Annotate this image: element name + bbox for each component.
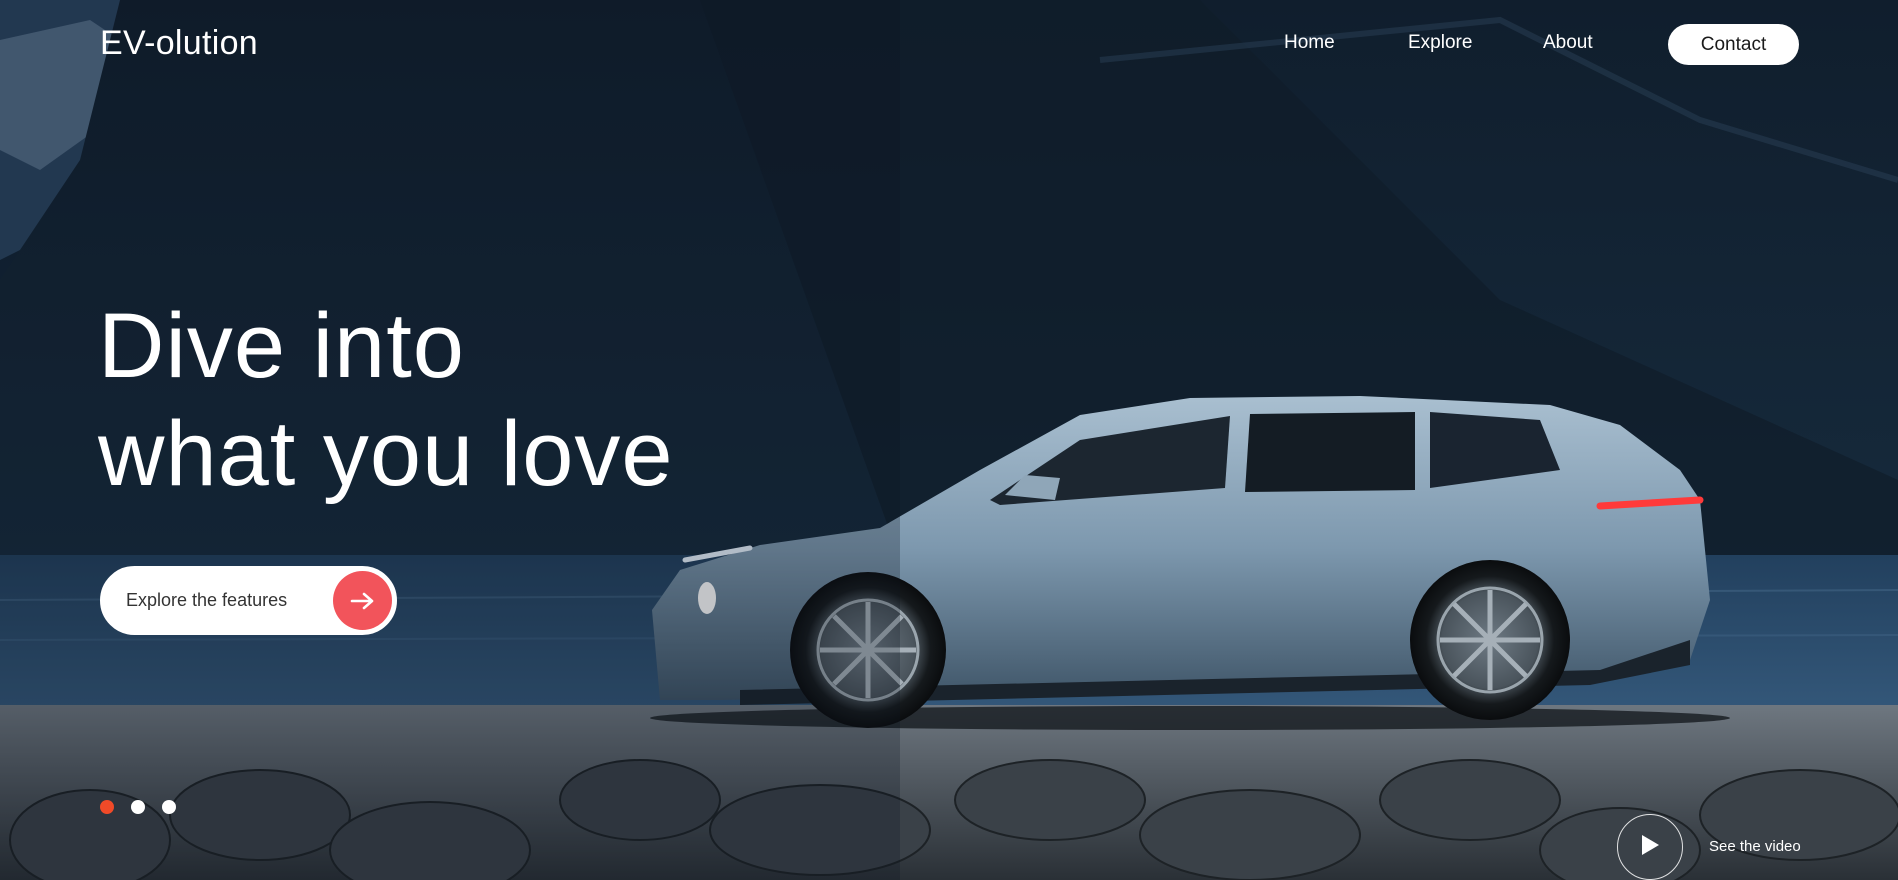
slider-dot-2[interactable] — [131, 800, 145, 814]
arrow-right-icon — [333, 571, 392, 630]
explore-features-button[interactable]: Explore the features — [100, 566, 397, 635]
main-nav: Home Explore About Contact — [1260, 24, 1800, 65]
nav-link-home[interactable]: Home — [1284, 32, 1335, 54]
slider-pagination — [100, 800, 180, 816]
slider-dot-3[interactable] — [162, 800, 176, 814]
explore-features-label: Explore the features — [126, 590, 288, 610]
headline-line-1: Dive into — [98, 295, 465, 397]
hero-headline: Dive into what you love — [98, 292, 674, 508]
nav-link-about[interactable]: About — [1543, 32, 1593, 54]
see-video-label[interactable]: See the video — [1709, 838, 1801, 855]
play-icon — [1639, 833, 1661, 862]
headline-line-2: what you love — [98, 403, 674, 505]
slider-dot-1[interactable] — [100, 800, 114, 814]
contact-button[interactable]: Contact — [1668, 24, 1799, 65]
play-video-button[interactable] — [1617, 814, 1683, 880]
site-logo[interactable]: EV-olution — [100, 24, 258, 63]
hero-section: EV-olution Home Explore About Contact Di… — [0, 0, 1898, 880]
nav-link-explore[interactable]: Explore — [1408, 32, 1472, 54]
